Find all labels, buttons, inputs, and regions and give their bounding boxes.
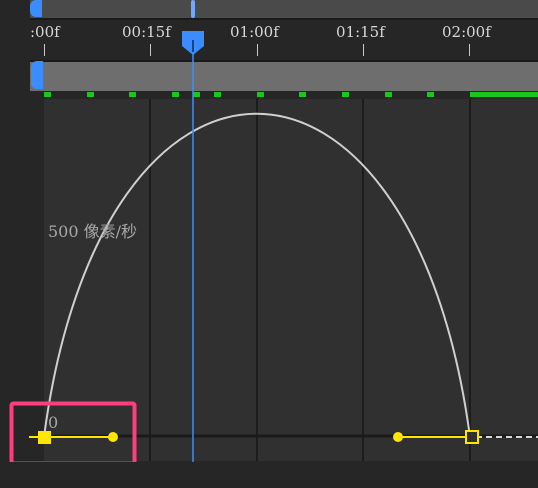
speed-value-label: 500 像素/秒 <box>48 222 138 241</box>
graph-bottom-bar[interactable] <box>0 462 538 488</box>
graph-grid <box>149 99 471 461</box>
marker-range <box>470 92 538 97</box>
marker <box>385 92 392 97</box>
marker <box>427 92 434 97</box>
marker <box>172 92 179 97</box>
marker <box>87 92 94 97</box>
marker <box>299 92 306 97</box>
ruler-ticks <box>44 44 470 56</box>
keyframe-marker-strip <box>30 91 538 98</box>
marker <box>257 92 264 97</box>
marker <box>193 92 200 97</box>
marker <box>342 92 349 97</box>
speed-graph-editor: :00f 00:15f 01:00f 01:15f 02:00f 500 像素/… <box>0 0 538 488</box>
graph-overlay <box>9 31 538 466</box>
left-handle-point <box>108 432 118 442</box>
marker <box>129 92 136 97</box>
keyframe-unselected <box>465 430 479 444</box>
zero-value-label: 0 <box>48 413 59 432</box>
marker <box>214 92 221 97</box>
right-handle-point <box>393 432 403 442</box>
marker <box>44 92 51 97</box>
keyframe-selected <box>38 431 51 444</box>
